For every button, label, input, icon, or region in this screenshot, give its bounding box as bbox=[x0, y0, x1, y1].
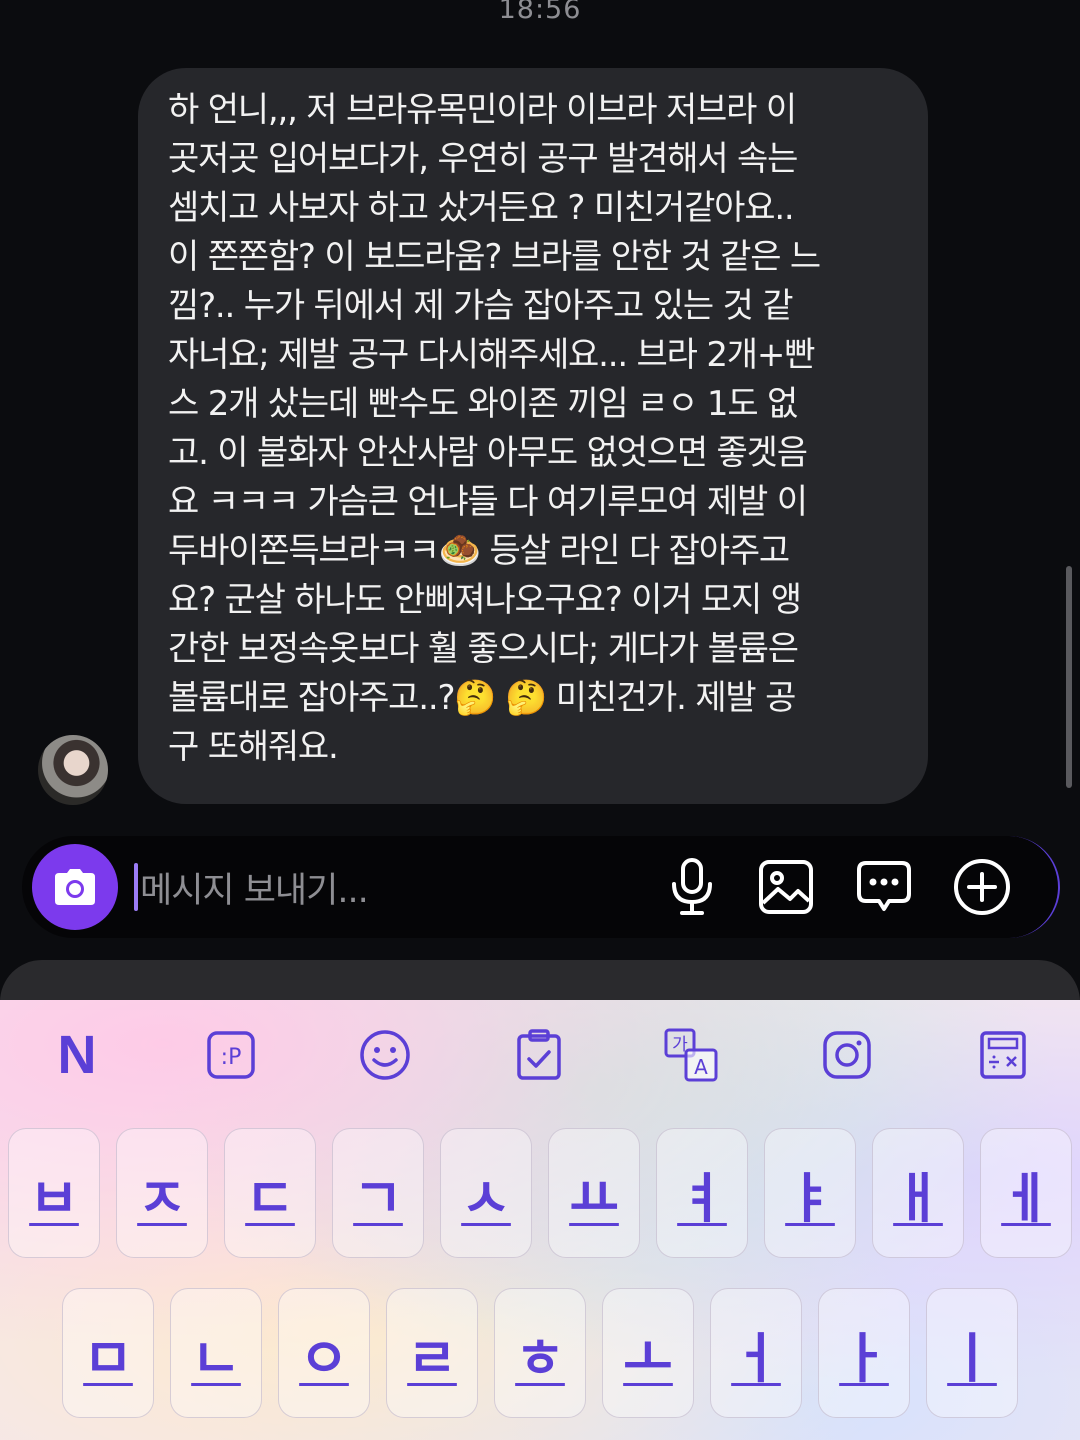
message-bubble[interactable]: 하 언니,,, 저 브라유목민이라 이브라 저브라 이 곳저곳 입어보다가, 우… bbox=[138, 68, 928, 804]
key-label: ㅅ bbox=[461, 1166, 511, 1230]
calculator-icon bbox=[980, 1031, 1026, 1079]
avatar[interactable] bbox=[38, 735, 108, 805]
key-label: ㅇ bbox=[299, 1326, 349, 1390]
key-ng[interactable]: ㅇ bbox=[278, 1288, 370, 1418]
key-label: ㅗ bbox=[623, 1326, 673, 1390]
key-o[interactable]: ㅗ bbox=[602, 1288, 694, 1418]
translate-icon: 가 A bbox=[664, 1028, 718, 1082]
key-label: ㄱ bbox=[353, 1166, 403, 1230]
key-label: ㄷ bbox=[245, 1166, 295, 1230]
key-label: ㅓ bbox=[731, 1326, 781, 1390]
key-label: ㅑ bbox=[785, 1166, 835, 1230]
emoji-button[interactable] bbox=[358, 1028, 412, 1082]
key-h[interactable]: ㅎ bbox=[494, 1288, 586, 1418]
key-m[interactable]: ㅁ bbox=[62, 1288, 154, 1418]
key-label: ㄴ bbox=[191, 1326, 241, 1390]
text-caret bbox=[134, 863, 138, 911]
microphone-button[interactable] bbox=[662, 857, 722, 917]
key-yeo[interactable]: ㅕ bbox=[656, 1128, 748, 1258]
plus-circle-icon bbox=[954, 859, 1010, 915]
key-i[interactable]: ㅣ bbox=[926, 1288, 1018, 1418]
key-a[interactable]: ㅏ bbox=[818, 1288, 910, 1418]
chat-bubble-icon bbox=[857, 861, 911, 911]
key-n[interactable]: ㄴ bbox=[170, 1288, 262, 1418]
clipboard-button[interactable] bbox=[512, 1028, 566, 1082]
key-s[interactable]: ㅅ bbox=[440, 1128, 532, 1258]
key-e[interactable]: ㅔ bbox=[980, 1128, 1072, 1258]
key-eo[interactable]: ㅓ bbox=[710, 1288, 802, 1418]
key-label: ㅐ bbox=[893, 1166, 943, 1230]
key-label: ㅎ bbox=[515, 1326, 565, 1390]
key-label: ㅕ bbox=[677, 1166, 727, 1230]
keyboard-toolbar: N :P 가 A bbox=[0, 1000, 1080, 1110]
translate-icon-bottom: A bbox=[694, 1055, 708, 1079]
message-input[interactable]: 메시지 보내기... bbox=[134, 860, 634, 914]
sticker-icon-label: :P bbox=[221, 1045, 242, 1070]
key-label: ㅔ bbox=[1001, 1166, 1051, 1230]
key-label: ㅣ bbox=[947, 1326, 997, 1390]
add-button[interactable] bbox=[952, 857, 1012, 917]
message-input-placeholder: 메시지 보내기... bbox=[140, 870, 369, 911]
image-icon bbox=[759, 860, 813, 914]
sticker-button[interactable]: :P bbox=[204, 1028, 258, 1082]
sticker-icon: :P bbox=[207, 1031, 255, 1079]
clipboard-check-icon bbox=[517, 1029, 561, 1080]
key-label: ㅛ bbox=[569, 1166, 619, 1230]
microphone-icon bbox=[672, 858, 712, 915]
key-label: ㅈ bbox=[137, 1166, 187, 1230]
instagram-button[interactable] bbox=[820, 1028, 874, 1082]
camera-button[interactable] bbox=[32, 844, 118, 930]
chat-options-button[interactable] bbox=[854, 857, 914, 917]
camera-icon bbox=[55, 869, 95, 905]
key-label: ㄹ bbox=[407, 1326, 457, 1390]
translate-button[interactable]: 가 A bbox=[664, 1028, 718, 1082]
scrollbar[interactable] bbox=[1066, 566, 1072, 788]
keyboard: N :P 가 A ㅂ ㅈ ㄷ ㄱ ㅅ ㅛ ㅕ ㅑ ㅐ ㅔ ㅁ ㄴ ㅇ ㄹ ㅎ ㅗ… bbox=[0, 1000, 1080, 1440]
key-g[interactable]: ㄱ bbox=[332, 1128, 424, 1258]
naver-n-icon: N bbox=[57, 1025, 97, 1085]
translate-icon-top: 가 bbox=[672, 1035, 688, 1055]
key-j[interactable]: ㅈ bbox=[116, 1128, 208, 1258]
gallery-button[interactable] bbox=[756, 857, 816, 917]
message-text: 하 언니,,, 저 브라유목민이라 이브라 저브라 이 곳저곳 입어보다가, 우… bbox=[168, 90, 821, 767]
naver-n-button[interactable]: N bbox=[50, 1028, 104, 1082]
key-label: ㅏ bbox=[839, 1326, 889, 1390]
key-ae[interactable]: ㅐ bbox=[872, 1128, 964, 1258]
key-label: ㅂ bbox=[29, 1166, 79, 1230]
message-composer: 메시지 보내기... bbox=[22, 836, 1060, 938]
key-yo[interactable]: ㅛ bbox=[548, 1128, 640, 1258]
key-b[interactable]: ㅂ bbox=[8, 1128, 100, 1258]
smiley-icon bbox=[360, 1030, 410, 1080]
calculator-button[interactable] bbox=[976, 1028, 1030, 1082]
key-d[interactable]: ㄷ bbox=[224, 1128, 316, 1258]
key-ya[interactable]: ㅑ bbox=[764, 1128, 856, 1258]
key-r[interactable]: ㄹ bbox=[386, 1288, 478, 1418]
message-timestamp: 18:56 bbox=[498, 0, 582, 25]
instagram-icon bbox=[823, 1031, 871, 1079]
key-label: ㅁ bbox=[83, 1326, 133, 1390]
